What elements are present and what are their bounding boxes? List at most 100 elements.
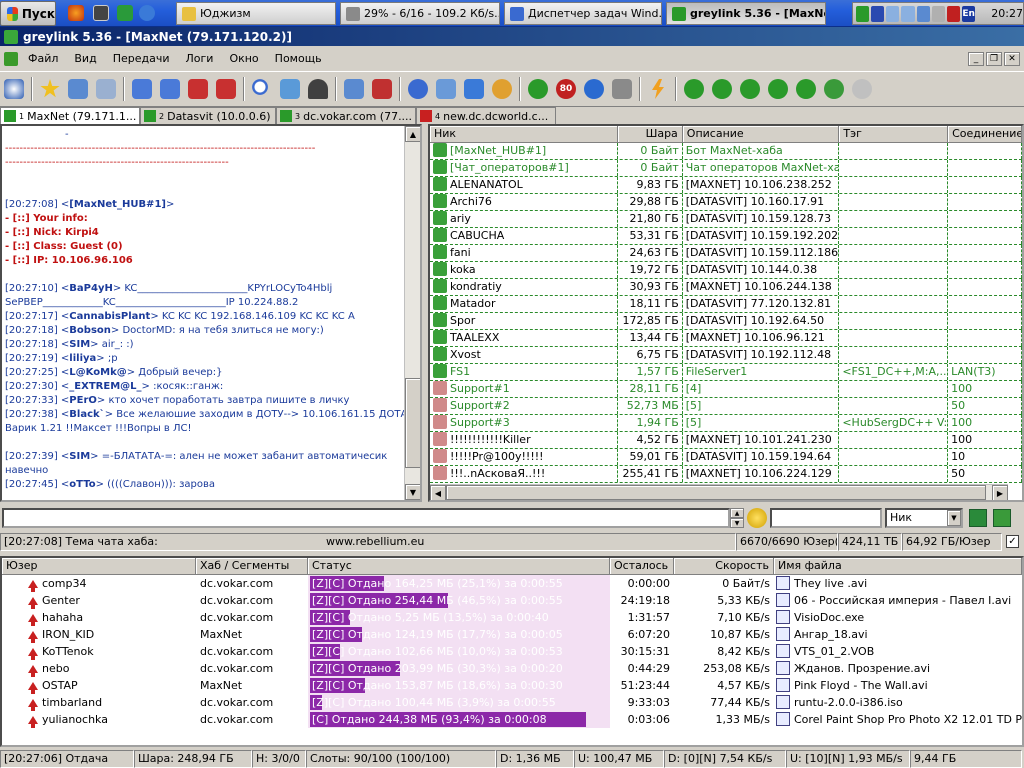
col-share[interactable]: Шара	[617, 126, 683, 143]
menu-file[interactable]: Файл	[20, 47, 66, 70]
transfer-row[interactable]: Genter dc.vokar.com [Z][C] Отдано 254,44 М…	[2, 592, 1022, 609]
ie-icon[interactable]	[139, 5, 155, 21]
user-row[interactable]: Support#2 52,73 МБ [5] 50	[430, 398, 1022, 415]
spinner-up-icon[interactable]: ▲	[730, 508, 744, 518]
skip-forward-icon[interactable]	[764, 75, 792, 103]
col-remaining[interactable]: Осталось	[610, 558, 674, 575]
user-row[interactable]: FS1 1,57 ГБ FileServer1 <FS1_DC++,M:A,... LA…	[430, 364, 1022, 381]
users-fav-icon[interactable]	[64, 75, 92, 103]
user-row[interactable]: Support#3 1,94 ГБ [5] <HubSergDC++ V:... 100	[430, 415, 1022, 432]
lightning-icon[interactable]	[644, 75, 672, 103]
antivirus-icon[interactable]	[946, 5, 961, 22]
tab-hub-4[interactable]: 4 new.dc.dcworld.c...	[416, 107, 556, 124]
show-desktop-icon[interactable]	[93, 5, 109, 21]
scroll-up-icon[interactable]: ▲	[405, 126, 420, 142]
transfer-row[interactable]: comp34 dc.vokar.com [Z][C] Отдано 164,25 М…	[2, 575, 1022, 592]
chat-message-input[interactable]	[2, 508, 730, 528]
app-tray-icon[interactable]	[871, 5, 885, 22]
col-description[interactable]: Описание	[682, 126, 840, 143]
menu-logs[interactable]: Логи	[178, 47, 222, 70]
restore-icon[interactable]: ❐	[986, 51, 1002, 66]
filter-column-select[interactable]: Ник ▼	[885, 508, 963, 528]
userlist-hscrollbar[interactable]: ◀ ▶	[430, 484, 1008, 500]
user-row[interactable]: kondratiy 30,93 ГБ [MAXNET] 10.106.244.138	[430, 279, 1022, 296]
scroll-right-icon[interactable]: ▶	[992, 485, 1008, 500]
minimize-icon[interactable]: _	[968, 51, 984, 66]
close-icon[interactable]: ✕	[1004, 51, 1020, 66]
recycle-icon[interactable]	[608, 75, 636, 103]
dropdown-arrow-icon[interactable]: ▼	[947, 510, 961, 526]
notepad-icon[interactable]	[340, 75, 368, 103]
away-icon[interactable]	[580, 75, 608, 103]
firefox-icon[interactable]	[68, 5, 84, 21]
user-row[interactable]: [Чат_операторов#1] 0 Байт Чат операторов M…	[430, 160, 1022, 177]
chat-pane[interactable]: - ---------------------------------------…	[0, 124, 422, 502]
chat-scrollbar[interactable]: ▲ ▼	[404, 126, 420, 500]
transfer-row[interactable]: hahaha dc.vokar.com [Z][C] Отдано 5,25 МБ …	[2, 609, 1022, 626]
transfer-row[interactable]: timbarland dc.vokar.com [Z][C] Отдано 100,…	[2, 694, 1022, 711]
hscroll-thumb[interactable]	[446, 485, 986, 500]
col-connection[interactable]: Соединение	[948, 126, 1022, 143]
taskbar-button-task-manager[interactable]: Диспетчер задач Wind...	[504, 2, 662, 25]
connect-icon[interactable]	[0, 75, 28, 103]
menu-help[interactable]: Помощь	[267, 47, 330, 70]
col-status[interactable]: Статус	[308, 558, 610, 575]
checkbox-icon[interactable]: ✓	[1006, 535, 1019, 548]
chat-nick[interactable]: BaP4yH	[69, 283, 113, 294]
spinner[interactable]: ▲ ▼	[730, 508, 744, 528]
chat-nick[interactable]: L@KoMk@	[69, 367, 126, 378]
user-row[interactable]: Spor 172,85 ГБ [DATASVIT] 10.192.64.50	[430, 313, 1022, 330]
taskbar-button-download[interactable]: 29% - 6/16 - 109.2 Кб/s...	[340, 2, 500, 25]
transfer-row[interactable]: OSTAP MaxNet [Z][C] Отдано 153,87 МБ (18,6…	[2, 677, 1022, 694]
transfer-row[interactable]: IRON_KID MaxNet [Z][C] Отдано 124,19 МБ (1…	[2, 626, 1022, 643]
chat-nick[interactable]: CannabisPlant	[69, 311, 150, 322]
user-row[interactable]: Matador 18,11 ГБ [DATASVIT] 77.120.132.81	[430, 296, 1022, 313]
user-row[interactable]: koka 19,72 ГБ [DATASVIT] 10.144.0.38	[430, 262, 1022, 279]
user-row[interactable]: !!!..nАсковаЯ..!!! 255,41 ГБ [MAXNET] 10.1…	[430, 466, 1022, 483]
col-speed[interactable]: Скорость	[674, 558, 774, 575]
userlist-filter-input[interactable]	[770, 508, 882, 528]
user-row[interactable]: CABUCHA 53,31 ГБ [DATASVIT] 10.159.192.202	[430, 228, 1022, 245]
document-icon[interactable]	[4, 51, 18, 66]
scroll-down-icon[interactable]: ▼	[405, 484, 420, 500]
speaker-icon[interactable]	[848, 75, 876, 103]
settings-icon[interactable]	[404, 75, 432, 103]
language-indicator[interactable]: En	[962, 5, 976, 22]
col-filename[interactable]: Имя файла	[774, 558, 1022, 575]
chat-nick[interactable]: Black`	[69, 409, 104, 420]
user-row[interactable]: Xvost 6,75 ГБ [DATASVIT] 10.192.112.48	[430, 347, 1022, 364]
settings-search-icon[interactable]	[92, 75, 120, 103]
transfer-row[interactable]: yulianochka dc.vokar.com [C] Отдано 244,38…	[2, 711, 1022, 728]
power-icon[interactable]	[524, 75, 552, 103]
menu-view[interactable]: Вид	[66, 47, 104, 70]
user-row[interactable]: ALENANATOL 9,83 ГБ [MAXNET] 10.106.238.252	[430, 177, 1022, 194]
add-media-icon[interactable]	[820, 75, 848, 103]
menu-transfers[interactable]: Передачи	[105, 47, 178, 70]
queue-icon[interactable]	[128, 75, 156, 103]
chat-nick[interactable]: SIM	[69, 339, 90, 350]
user-row[interactable]: fani 24,63 ГБ [DATASVIT] 10.159.112.186	[430, 245, 1022, 262]
search-icon[interactable]	[248, 75, 276, 103]
network-icon-2[interactable]	[901, 5, 915, 22]
spy-icon[interactable]	[304, 75, 332, 103]
skip-back-icon[interactable]	[680, 75, 708, 103]
chat-nick[interactable]: liliya	[69, 353, 96, 364]
col-hub[interactable]: Хаб / Сегменты	[196, 558, 308, 575]
taskbar-button-folder[interactable]: Юджизм	[176, 2, 336, 25]
start-button[interactable]: Пуск	[0, 1, 56, 26]
hash-icon[interactable]	[432, 75, 460, 103]
col-user[interactable]: Юзер	[2, 558, 196, 575]
scroll-left-icon[interactable]: ◀	[430, 485, 446, 500]
user-row[interactable]: !!!!!!!!!!!!Killer 4,52 ГБ [MAXNET] 10.101…	[430, 432, 1022, 449]
chat-nick[interactable]: _EXTREM@L_	[69, 381, 141, 392]
user-row[interactable]: ariy 21,80 ГБ [DATASVIT] 10.159.128.73	[430, 211, 1022, 228]
tab-hub-1[interactable]: 1 MaxNet (79.171.1...	[0, 107, 140, 124]
tab-hub-3[interactable]: 3 dc.vokar.com (77....	[276, 107, 416, 124]
user-dropdown-icon[interactable]	[488, 75, 516, 103]
col-nick[interactable]: Ник	[430, 126, 618, 143]
chat-nick[interactable]: PErO	[69, 395, 97, 406]
network-icon[interactable]	[886, 5, 900, 22]
stop-icon[interactable]	[792, 75, 820, 103]
tab-hub-2[interactable]: 2 Datasvit (10.0.0.6)	[140, 107, 276, 124]
user-row[interactable]: TAALEXX 13,44 ГБ [MAXNET] 10.106.96.121	[430, 330, 1022, 347]
